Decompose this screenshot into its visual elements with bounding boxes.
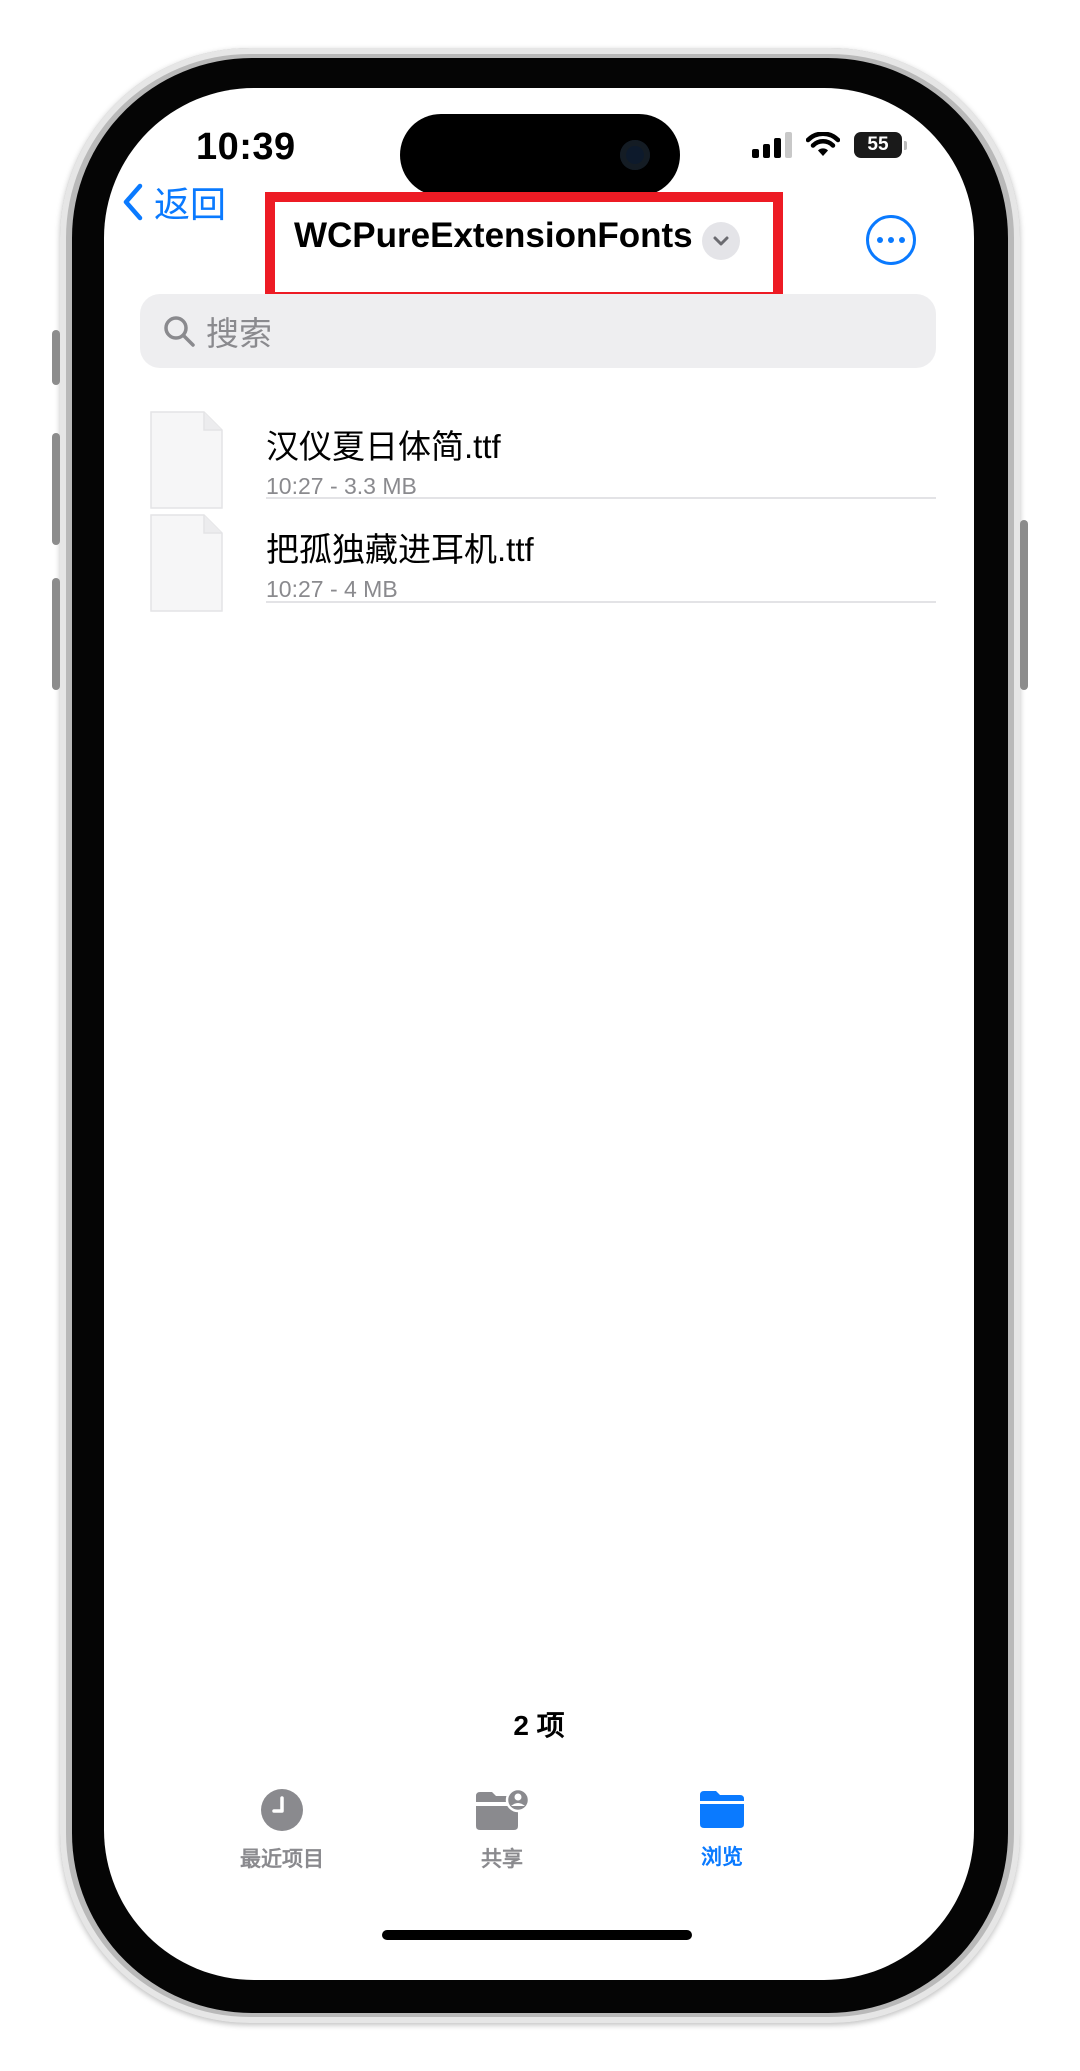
chevron-down-icon[interactable] xyxy=(702,222,740,260)
search-field[interactable]: 搜索 xyxy=(140,294,936,368)
more-button[interactable] xyxy=(866,215,916,265)
document-icon xyxy=(150,514,223,612)
status-time: 10:39 xyxy=(196,126,296,168)
tab-recents[interactable]: 最近项目 xyxy=(182,1788,382,1873)
volume-up-button xyxy=(52,433,60,545)
wifi-icon xyxy=(806,132,840,156)
more-dot-icon xyxy=(888,237,894,243)
divider xyxy=(266,497,936,499)
battery-level: 55 xyxy=(867,134,889,155)
file-meta: 10:27 - 4 MB xyxy=(266,576,398,602)
file-name: 把孤独藏进耳机.ttf xyxy=(266,531,534,568)
file-meta: 10:27 - 3.3 MB xyxy=(266,473,417,499)
tab-label: 浏览 xyxy=(701,1846,743,1869)
more-dot-icon xyxy=(899,237,905,243)
tab-bar: 最近项目 共享 浏览 xyxy=(104,1787,974,1898)
tab-shared[interactable]: 共享 xyxy=(402,1787,602,1873)
folder-title[interactable]: WCPureExtensionFonts xyxy=(294,216,693,256)
more-dot-icon xyxy=(877,237,883,243)
dynamic-island xyxy=(400,114,680,196)
folder-icon xyxy=(700,1791,744,1828)
home-indicator[interactable] xyxy=(382,1930,692,1940)
search-placeholder: 搜索 xyxy=(206,315,272,352)
item-count: 2 项 xyxy=(513,1710,565,1741)
battery-icon: 55 xyxy=(854,132,907,158)
signal-icon xyxy=(752,132,792,158)
divider xyxy=(266,601,936,603)
mute-switch xyxy=(52,330,60,385)
tab-label: 最近项目 xyxy=(240,1848,324,1871)
power-button xyxy=(1020,520,1028,690)
screen: 10:39 55 返回 WCPureExtensionFonts 搜索 汉仪夏日… xyxy=(104,88,974,1980)
back-label: 返回 xyxy=(154,184,227,225)
file-name: 汉仪夏日体简.ttf xyxy=(266,428,501,465)
status-indicators: 55 xyxy=(752,132,907,158)
search-icon xyxy=(164,316,195,347)
file-row[interactable]: 把孤独藏进耳机.ttf 10:27 - 4 MB xyxy=(104,513,974,648)
tab-browse[interactable]: 浏览 xyxy=(622,1788,822,1871)
shared-folder-icon xyxy=(476,1787,531,1830)
camera-icon xyxy=(620,140,650,170)
tab-label: 共享 xyxy=(481,1848,523,1871)
back-button[interactable]: 返回 xyxy=(122,176,226,228)
clock-icon xyxy=(261,1789,303,1831)
volume-down-button xyxy=(52,578,60,690)
document-icon xyxy=(150,411,223,509)
chevron-left-icon xyxy=(123,183,143,221)
